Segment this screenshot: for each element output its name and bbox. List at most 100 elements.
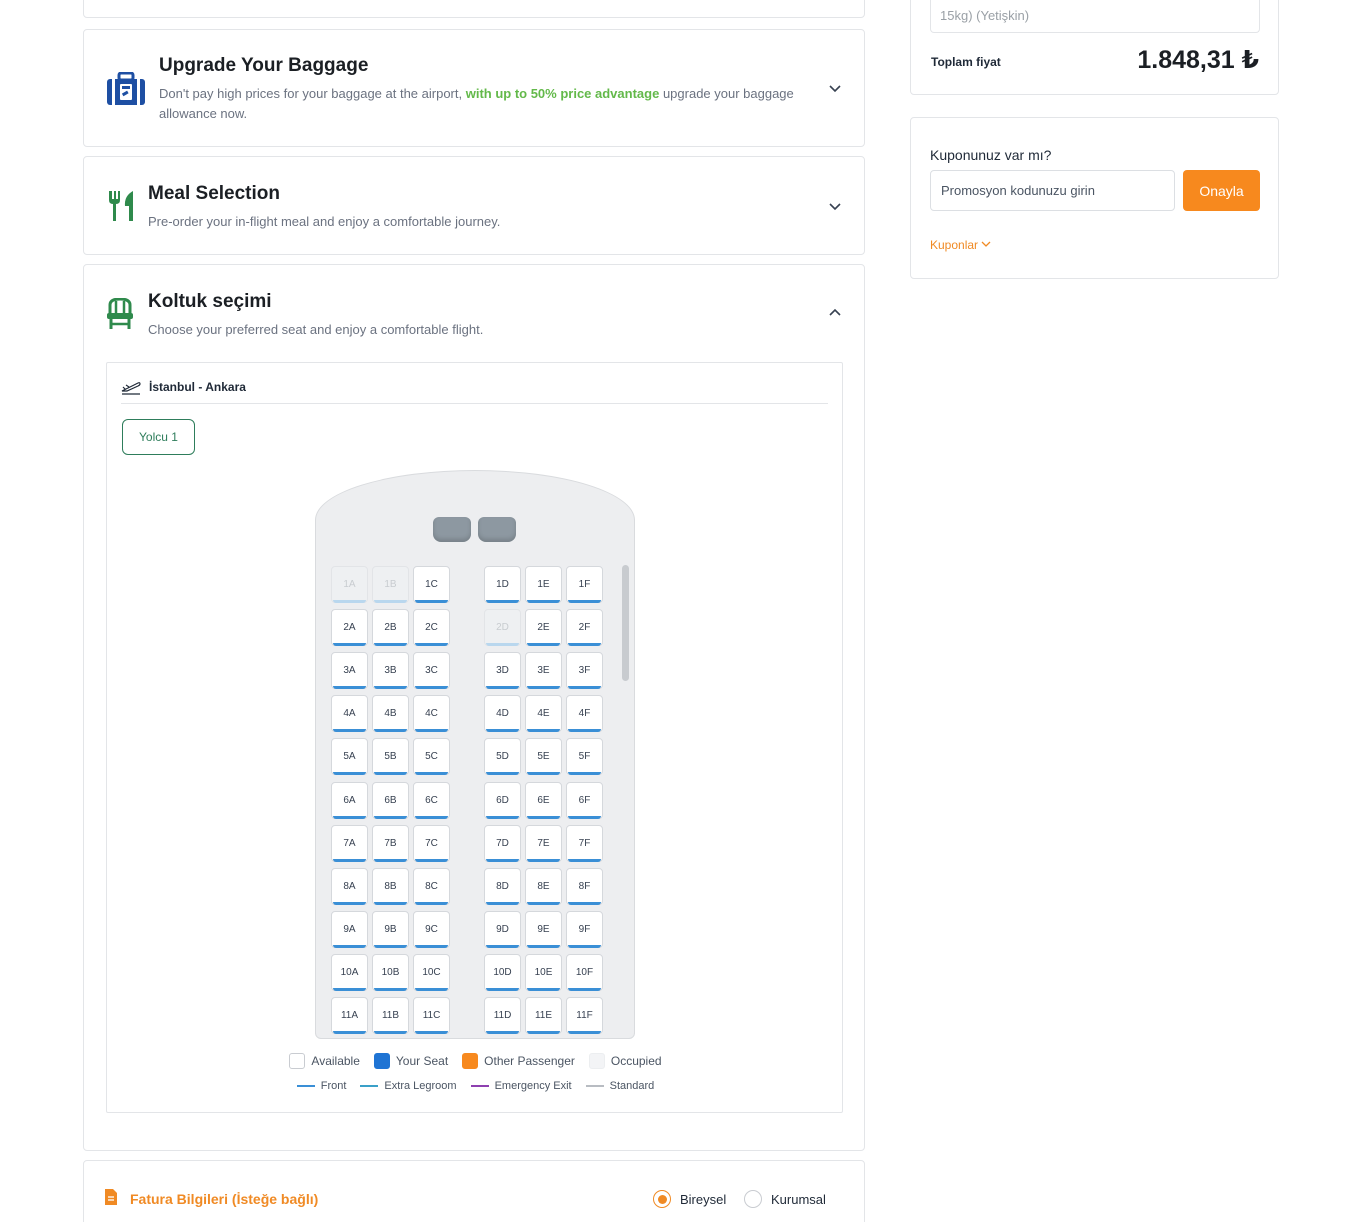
seat-4b[interactable]: 4B (372, 695, 409, 733)
seat-1d[interactable]: 1D (484, 566, 521, 603)
seat-11e[interactable]: 11E (525, 997, 562, 1034)
seat-9d[interactable]: 9D (484, 910, 521, 948)
seat-6f[interactable]: 6F (566, 781, 603, 819)
seat-2d: 2D (484, 609, 521, 647)
seat-7d[interactable]: 7D (484, 824, 521, 862)
seat-4d[interactable]: 4D (484, 695, 521, 733)
seat-4a[interactable]: 4A (331, 695, 368, 733)
seat-3b[interactable]: 3B (372, 652, 409, 690)
seat-1c[interactable]: 1C (413, 566, 450, 603)
seat-5a[interactable]: 5A (331, 738, 368, 776)
seat-7e[interactable]: 7E (525, 824, 562, 862)
seat-3d[interactable]: 3D (484, 652, 521, 690)
chevron-down-icon[interactable] (827, 80, 843, 96)
radio-corporate[interactable] (744, 1190, 762, 1208)
seat-9a[interactable]: 9A (331, 910, 368, 948)
baggage-section[interactable]: Upgrade Your Baggage Don't pay high pric… (83, 29, 865, 147)
seat-9f[interactable]: 9F (566, 910, 603, 948)
chevron-up-icon[interactable] (827, 305, 843, 321)
seat-8f[interactable]: 8F (566, 867, 603, 905)
seat-2f[interactable]: 2F (566, 609, 603, 647)
radio-corporate-label[interactable]: Kurumsal (771, 1192, 826, 1207)
suitcase-icon (106, 71, 146, 111)
seat-7f[interactable]: 7F (566, 824, 603, 862)
price-summary-card: 15kg) (Yetişkin) Toplam fiyat 1.848,31 ₺ (910, 0, 1279, 95)
seat-3c[interactable]: 3C (413, 652, 450, 690)
seat-selection-title: Koltuk seçimi (148, 291, 272, 312)
seat-8e[interactable]: 8E (525, 867, 562, 905)
seat-9c[interactable]: 9C (413, 910, 450, 948)
radio-individual-label[interactable]: Bireysel (680, 1192, 726, 1207)
route-header: İstanbul - Ankara (121, 377, 828, 404)
baggage-description: Don't pay high prices for your baggage a… (159, 84, 799, 124)
baggage-desc-pre: Don't pay high prices for your baggage a… (159, 86, 466, 101)
chevron-down-icon[interactable] (827, 198, 843, 214)
cockpit-window-left (433, 517, 471, 542)
seat-1e[interactable]: 1E (525, 566, 562, 603)
seat-8d[interactable]: 8D (484, 867, 521, 905)
seat-10c[interactable]: 10C (413, 953, 450, 991)
passenger-tab[interactable]: Yolcu 1 (122, 419, 195, 455)
seat-5f[interactable]: 5F (566, 738, 603, 776)
coupons-link-label: Kuponlar (930, 238, 979, 252)
seat-7a[interactable]: 7A (331, 824, 368, 862)
seat-6d[interactable]: 6D (484, 781, 521, 819)
seat-5e[interactable]: 5E (525, 738, 562, 776)
meal-section[interactable]: Meal Selection Pre-order your in-flight … (83, 156, 865, 255)
seat-icon (106, 297, 134, 335)
seat-map-scrollbar[interactable] (622, 565, 629, 681)
meal-description: Pre-order your in-flight meal and enjoy … (148, 214, 501, 229)
seat-6c[interactable]: 6C (413, 781, 450, 819)
legend-your-seat: Your Seat (373, 1053, 448, 1069)
your-seat-swatch (373, 1053, 390, 1069)
seat-11f[interactable]: 11F (566, 997, 603, 1034)
seat-1f[interactable]: 1F (566, 566, 603, 603)
seat-map-panel: İstanbul - Ankara Yolcu 1 1A 1B 1C 1D 1E 1F 2A… (106, 362, 843, 1113)
seat-10b[interactable]: 10B (372, 953, 409, 991)
seat-11c[interactable]: 11C (413, 997, 450, 1034)
seat-5d[interactable]: 5D (484, 738, 521, 776)
total-price-label: Toplam fiyat (931, 55, 1001, 69)
seat-3e[interactable]: 3E (525, 652, 562, 690)
seat-2b[interactable]: 2B (372, 609, 409, 647)
seat-6b[interactable]: 6B (372, 781, 409, 819)
coupon-code-input[interactable] (930, 170, 1175, 211)
seat-9b[interactable]: 9B (372, 910, 409, 948)
legend-emergency-exit: Emergency Exit (470, 1080, 572, 1092)
seat-6a[interactable]: 6A (331, 781, 368, 819)
seat-10a[interactable]: 10A (331, 953, 368, 991)
coupons-dropdown-link[interactable]: Kuponlar (930, 238, 991, 252)
seat-selection-description: Choose your preferred seat and enjoy a c… (148, 322, 484, 337)
seat-3a[interactable]: 3A (331, 652, 368, 690)
other-passenger-swatch (462, 1053, 479, 1069)
seat-4e[interactable]: 4E (525, 695, 562, 733)
seat-9e[interactable]: 9E (525, 910, 562, 948)
seat-10f[interactable]: 10F (566, 953, 603, 991)
confirm-coupon-button[interactable]: Onayla (1183, 170, 1260, 211)
seat-4f[interactable]: 4F (566, 695, 603, 733)
legend-occupied: Occupied (588, 1053, 662, 1069)
seat-5c[interactable]: 5C (413, 738, 450, 776)
plane-takeoff-icon (121, 379, 141, 400)
seat-11d[interactable]: 11D (484, 997, 521, 1034)
seat-10e[interactable]: 10E (525, 953, 562, 991)
seat-11b[interactable]: 11B (372, 997, 409, 1034)
seat-4c[interactable]: 4C (413, 695, 450, 733)
meal-title: Meal Selection (148, 183, 280, 204)
seat-10d[interactable]: 10D (484, 953, 521, 991)
seat-11a[interactable]: 11A (331, 997, 368, 1034)
seat-2e[interactable]: 2E (525, 609, 562, 647)
seat-6e[interactable]: 6E (525, 781, 562, 819)
coupon-question: Kuponunuz var mı? (930, 147, 1052, 163)
seat-7b[interactable]: 7B (372, 824, 409, 862)
seat-8a[interactable]: 8A (331, 867, 368, 905)
seat-2c[interactable]: 2C (413, 609, 450, 647)
seat-3f[interactable]: 3F (566, 652, 603, 690)
seat-8b[interactable]: 8B (372, 867, 409, 905)
radio-individual[interactable] (653, 1190, 671, 1208)
seat-2a[interactable]: 2A (331, 609, 368, 647)
seat-7c[interactable]: 7C (413, 824, 450, 862)
seat-8c[interactable]: 8C (413, 867, 450, 905)
seat-5b[interactable]: 5B (372, 738, 409, 776)
baggage-title: Upgrade Your Baggage (159, 55, 369, 76)
